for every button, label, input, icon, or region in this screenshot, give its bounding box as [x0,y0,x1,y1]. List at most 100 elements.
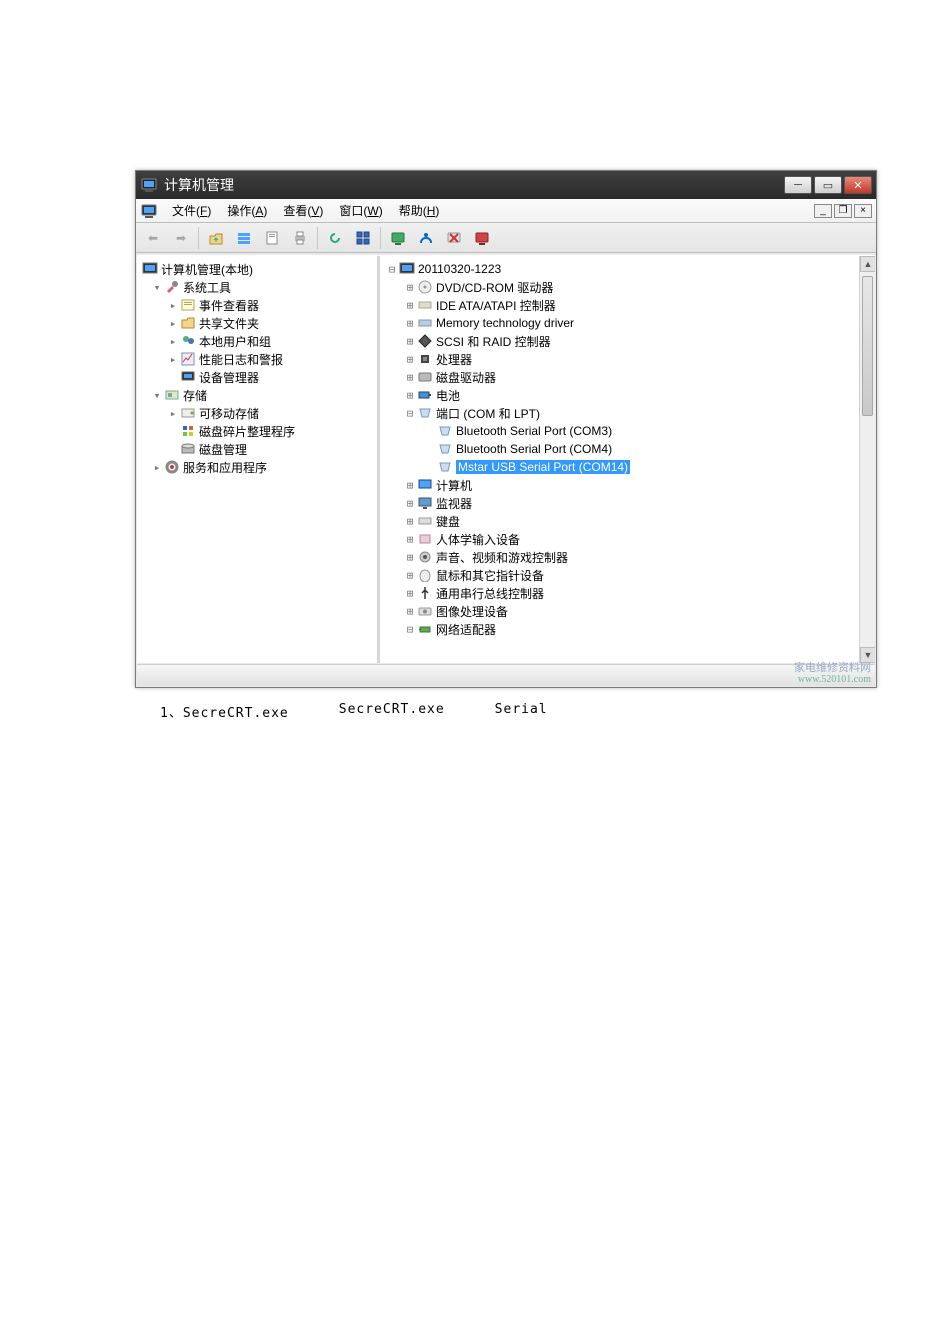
expand-icon[interactable]: ⊞ [404,479,416,492]
tree-local-users[interactable]: 本地用户和组 [199,333,271,350]
expand-icon[interactable]: ⊞ [404,371,416,384]
menu-action[interactable]: 操作(A) [219,199,275,223]
collapse-icon[interactable]: ▾ [151,281,163,294]
scroll-down-button[interactable]: ▼ [860,647,875,663]
mdi-close-button[interactable]: × [854,204,872,218]
expand-icon[interactable]: ⊞ [404,317,416,330]
expand-icon[interactable]: ⊞ [404,497,416,510]
dev-keyboard[interactable]: 键盘 [436,513,460,530]
device-tree[interactable]: ⊟ 20110320-1223 ⊞ DVD/CD-ROM 驱动器 ⊞ IDE ATA… [380,256,875,663]
dev-computer[interactable]: 计算机 [436,477,472,494]
dev-usb[interactable]: 通用串行总线控制器 [436,585,544,602]
collapse-icon[interactable]: ▾ [151,389,163,402]
expand-icon[interactable]: ▸ [167,317,179,330]
expand-icon[interactable]: ▸ [151,461,163,474]
dev-memtech[interactable]: Memory technology driver [436,316,574,330]
monitor-icon [417,495,433,511]
close-button[interactable]: ✕ [844,176,872,194]
tree-services[interactable]: 服务和应用程序 [183,459,267,476]
expand-icon[interactable]: ▸ [167,407,179,420]
maximize-button[interactable]: ▭ [814,176,842,194]
expand-icon[interactable]: ▸ [167,335,179,348]
dev-com14-selected[interactable]: Mstar USB Serial Port (COM14) [456,460,630,474]
usb-icon [417,585,433,601]
window-titlebar[interactable]: 计算机管理 ─ ▭ ✕ [136,171,876,199]
menu-window[interactable]: 窗口(W) [331,199,390,223]
show-hide-button[interactable] [352,227,374,249]
nav-forward-button[interactable]: ➡ [170,227,192,249]
expand-icon[interactable]: ▸ [167,299,179,312]
tree-defrag[interactable]: 磁盘碎片整理程序 [199,423,295,440]
dev-monitor[interactable]: 监视器 [436,495,472,512]
collapse-icon[interactable]: ⊟ [404,407,416,420]
dev-hid[interactable]: 人体学输入设备 [436,531,520,548]
disk-icon [417,369,433,385]
tree-event-viewer[interactable]: 事件查看器 [199,297,259,314]
refresh-button[interactable] [324,227,346,249]
dev-battery[interactable]: 电池 [436,387,460,404]
expand-icon[interactable]: ⊞ [404,569,416,582]
dev-com3[interactable]: Bluetooth Serial Port (COM3) [456,424,612,438]
expand-icon[interactable]: ⊞ [404,551,416,564]
expand-icon[interactable]: ⊞ [404,605,416,618]
update-driver-button[interactable] [415,227,437,249]
disable-button[interactable] [443,227,465,249]
nav-back-button[interactable]: ⬅ [142,227,164,249]
scroll-thumb[interactable] [862,276,873,416]
menu-view[interactable]: 查看(V) [275,199,331,223]
expand-icon[interactable]: ⊞ [404,587,416,600]
properties-button[interactable] [261,227,283,249]
mdi-restore-button[interactable]: ❐ [834,204,852,218]
app-icon [140,176,158,194]
expand-icon[interactable]: ⊞ [404,533,416,546]
menu-file[interactable]: 文件(F) [164,199,219,223]
collapse-icon[interactable]: ⊟ [404,623,416,636]
menu-help[interactable]: 帮助(H) [391,199,448,223]
expand-icon[interactable]: ⊞ [404,335,416,348]
dev-sound[interactable]: 声音、视频和游戏控制器 [436,549,568,566]
mdi-minimize-button[interactable]: _ [814,204,832,218]
folder-icon [180,315,196,331]
services-icon [164,459,180,475]
dev-cpu[interactable]: 处理器 [436,351,472,368]
dev-dvd[interactable]: DVD/CD-ROM 驱动器 [436,279,553,296]
views-button[interactable] [233,227,255,249]
expand-icon[interactable]: ▸ [167,353,179,366]
expand-icon[interactable]: ⊞ [404,299,416,312]
dev-com4[interactable]: Bluetooth Serial Port (COM4) [456,442,612,456]
tree-storage[interactable]: 存储 [183,387,207,404]
expand-icon[interactable]: ⊞ [404,281,416,294]
tree-shared-folders[interactable]: 共享文件夹 [199,315,259,332]
dev-root[interactable]: 20110320-1223 [418,262,501,276]
tree-performance[interactable]: 性能日志和警报 [199,351,283,368]
computer-management-window: 计算机管理 ─ ▭ ✕ 文件(F) 操作(A) 查看(V) 窗口(W) 帮助(H… [135,170,877,688]
minimize-button[interactable]: ─ [784,176,812,194]
dev-mouse[interactable]: 鼠标和其它指针设备 [436,567,544,584]
dev-ide[interactable]: IDE ATA/ATAPI 控制器 [436,297,556,314]
dev-disk[interactable]: 磁盘驱动器 [436,369,496,386]
network-icon [417,621,433,637]
up-one-level-button[interactable] [205,227,227,249]
tree-removable[interactable]: 可移动存储 [199,405,259,422]
dev-imaging[interactable]: 图像处理设备 [436,603,508,620]
tree-diskmgmt[interactable]: 磁盘管理 [199,441,247,458]
tree-root[interactable]: 计算机管理(本地) [161,261,253,278]
uninstall-button[interactable] [471,227,493,249]
collapse-icon[interactable]: ⊟ [386,263,398,276]
expand-icon[interactable]: ⊞ [404,515,416,528]
dvd-icon [417,279,433,295]
tree-system-tools[interactable]: 系统工具 [183,279,231,296]
vertical-scrollbar[interactable]: ▲ ▼ [859,256,875,663]
expand-icon[interactable]: ⊞ [404,389,416,402]
storage-icon [164,387,180,403]
dev-scsi[interactable]: SCSI 和 RAID 控制器 [436,333,551,350]
port-icon [437,459,453,475]
dev-ports[interactable]: 端口 (COM 和 LPT) [436,405,540,422]
print-button[interactable] [289,227,311,249]
dev-network[interactable]: 网络适配器 [436,621,496,638]
scroll-up-button[interactable]: ▲ [860,256,875,272]
tree-device-manager[interactable]: 设备管理器 [199,369,259,386]
scan-hw-button[interactable] [387,227,409,249]
console-tree[interactable]: 计算机管理(本地) ▾ 系统工具 ▸ 事件查看器 ▸ 共享文件夹 ▸ 本 [137,256,377,663]
expand-icon[interactable]: ⊞ [404,353,416,366]
